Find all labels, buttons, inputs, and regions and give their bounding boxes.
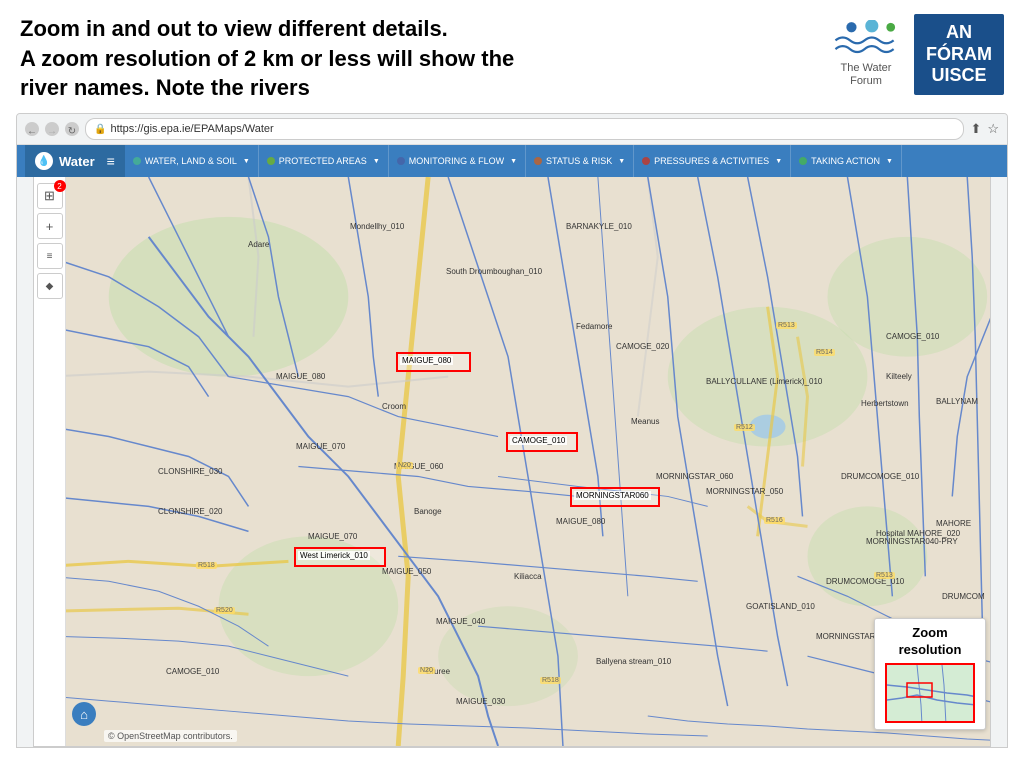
layers-icon: ⊞ — [44, 188, 55, 204]
layers-badge: 2 — [54, 180, 66, 192]
nav-item-water-land-soil[interactable]: WATER, LAND & SOIL ▼ — [125, 145, 259, 177]
browser-back-button[interactable]: ← — [25, 122, 39, 136]
nav-chevron-0: ▼ — [243, 158, 250, 165]
layers-button[interactable]: ⊞ 2 — [37, 183, 63, 209]
nav-chevron-1: ▼ — [373, 158, 380, 165]
nav-label-3: STATUS & RISK — [546, 156, 612, 166]
an-foram-logo: AN FÓRAM UISCE — [914, 14, 1004, 95]
zoom-callout: Zoomresolution — [874, 618, 986, 730]
title-line2: A zoom resolution of 2 km or less will s… — [20, 46, 514, 71]
water-forum-text: The WaterForum — [841, 62, 892, 88]
road-label: N20 — [418, 667, 435, 674]
nav-items: WATER, LAND & SOIL ▼ PROTECTED AREAS ▼ M… — [125, 145, 999, 177]
an-foram-line2: FÓRAM — [926, 44, 992, 64]
nav-chevron-3: ▼ — [618, 158, 625, 165]
map-zoom-controls: ⌂ — [72, 702, 96, 726]
zoom-map-preview — [885, 663, 975, 723]
road-label: R514 — [814, 349, 835, 356]
nav-label-2: MONITORING & FLOW — [409, 156, 504, 166]
road-label: R520 — [214, 607, 235, 614]
road-label: R518 — [540, 677, 561, 684]
nav-item-pressures[interactable]: PRESSURES & ACTIVITIES ▼ — [634, 145, 791, 177]
map-svg — [66, 177, 990, 746]
home-icon: ⌂ — [80, 707, 88, 722]
nav-dot-pressures — [642, 157, 650, 165]
road-label: R518 — [196, 562, 217, 569]
red-highlight-box: West Limerick_010 — [294, 547, 386, 567]
refresh-icon: ↻ — [68, 126, 76, 137]
nav-chevron-4: ▼ — [775, 158, 782, 165]
map-area[interactable]: BARNAKYLE_010South Droumboughan_010Fedam… — [66, 177, 990, 746]
water-brand: 💧 Water ≡ — [25, 145, 125, 177]
nav-dot-monitoring — [397, 157, 405, 165]
map-sidebar: ⊞ 2 + ≡ ◆ — [34, 177, 66, 746]
water-forum-wave-svg — [826, 20, 906, 60]
list-icon: ≡ — [47, 251, 53, 262]
zoom-preview-svg — [887, 665, 975, 723]
header-logos: The WaterForum AN FÓRAM UISCE — [826, 14, 1004, 95]
share-icon[interactable]: ⬆ — [970, 121, 981, 137]
hamburger-icon[interactable]: ≡ — [107, 153, 115, 169]
nav-label-1: PROTECTED AREAS — [279, 156, 367, 166]
water-brand-icon: 💧 — [35, 152, 53, 170]
browser-forward-button[interactable]: → — [45, 122, 59, 136]
road-label: R512 — [734, 424, 755, 431]
road-label: R516 — [764, 517, 785, 524]
list-button[interactable]: ≡ — [37, 243, 63, 269]
star-icon[interactable]: ☆ — [987, 121, 999, 137]
forward-icon: → — [47, 126, 57, 137]
water-brand-label: Water — [59, 154, 95, 169]
nav-item-status-risk[interactable]: STATUS & RISK ▼ — [526, 145, 634, 177]
url-bar[interactable]: 🔒 https://gis.epa.ie/EPAMaps/Water — [85, 118, 964, 140]
browser-toolbar: ← → ↻ 🔒 https://gis.epa.ie/EPAMaps/Water… — [17, 114, 1007, 145]
nav-label-5: TAKING ACTION — [811, 156, 880, 166]
browser-chrome: ← → ↻ 🔒 https://gis.epa.ie/EPAMaps/Water… — [16, 113, 1008, 748]
red-box-label: MAIGUE_080 — [400, 356, 453, 365]
browser-refresh-button[interactable]: ↻ — [65, 122, 79, 136]
red-highlight-box: CAMOGE_010 — [506, 432, 578, 452]
red-highlight-box: MAIGUE_080 — [396, 352, 471, 372]
nav-dot-water-land — [133, 157, 141, 165]
layers2-button[interactable]: ◆ — [37, 273, 63, 299]
diamond-icon: ◆ — [46, 281, 54, 292]
nav-item-protected-areas[interactable]: PROTECTED AREAS ▼ — [259, 145, 389, 177]
nav-chevron-2: ▼ — [510, 158, 517, 165]
red-box-label: CAMOGE_010 — [510, 436, 567, 445]
zoom-callout-label: Zoomresolution — [885, 625, 975, 659]
nav-item-taking-action[interactable]: TAKING ACTION ▼ — [791, 145, 902, 177]
title-line3: river names. Note the rivers — [20, 75, 310, 100]
nav-label-0: WATER, LAND & SOIL — [145, 156, 237, 166]
header: Zoom in and out to view different detail… — [0, 0, 1024, 113]
title-line1: Zoom in and out to view different detail… — [20, 16, 448, 41]
browser-action-icons: ⬆ ☆ — [970, 121, 999, 137]
add-button[interactable]: + — [37, 213, 63, 239]
map-home-button[interactable]: ⌂ — [72, 702, 96, 726]
nav-dot-status — [534, 157, 542, 165]
header-text: Zoom in and out to view different detail… — [20, 14, 514, 103]
red-highlight-box: MORNINGSTAR060 — [570, 487, 660, 507]
red-box-label: West Limerick_010 — [298, 551, 370, 560]
add-icon: + — [46, 219, 54, 234]
url-text: https://gis.epa.ie/EPAMaps/Water — [110, 123, 273, 135]
road-label: N20 — [396, 462, 413, 469]
nav-dot-taking-action — [799, 157, 807, 165]
water-forum-logo: The WaterForum — [826, 20, 906, 88]
an-foram-line3: UISCE — [931, 65, 986, 85]
nav-dot-protected — [267, 157, 275, 165]
lock-icon: 🔒 — [94, 124, 106, 135]
red-box-label: MORNINGSTAR060 — [574, 491, 651, 500]
map-wrapper[interactable]: ⊞ 2 + ≡ ◆ — [33, 177, 991, 747]
osm-attribution: © OpenStreetMap contributors. — [104, 730, 237, 742]
road-label: R513 — [776, 322, 797, 329]
an-foram-line1: AN — [946, 22, 972, 42]
nav-label-4: PRESSURES & ACTIVITIES — [654, 156, 769, 166]
nav-item-monitoring[interactable]: MONITORING & FLOW ▼ — [389, 145, 526, 177]
nav-chevron-5: ▼ — [886, 158, 893, 165]
back-icon: ← — [27, 126, 37, 137]
water-navbar: 💧 Water ≡ WATER, LAND & SOIL ▼ PROTECTED… — [17, 145, 1007, 177]
road-label: R513 — [874, 572, 895, 579]
